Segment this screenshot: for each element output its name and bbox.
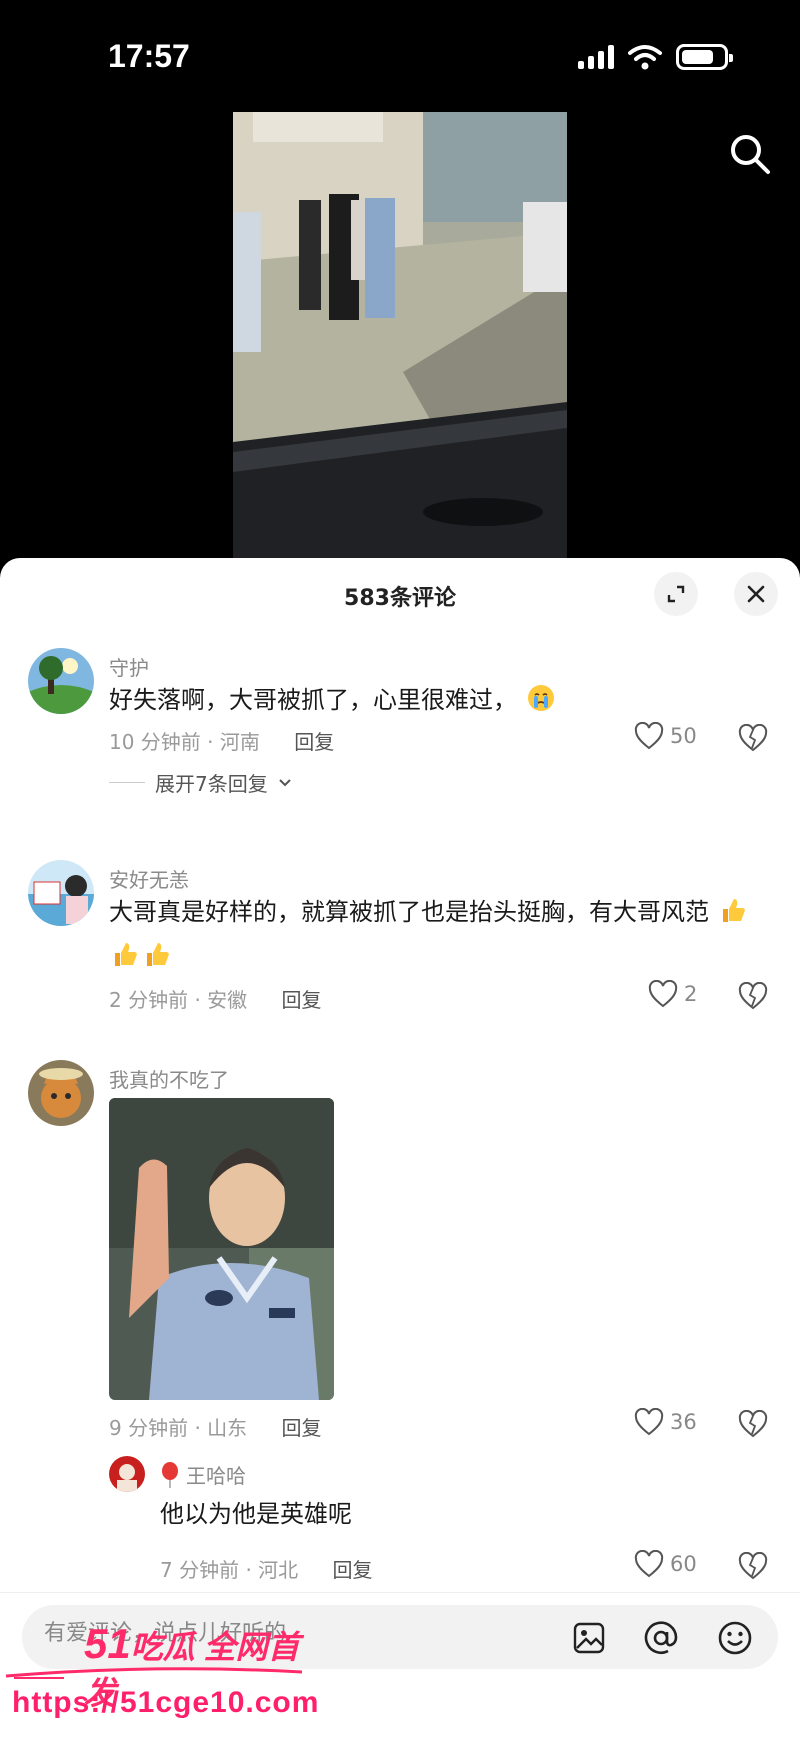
- balloon-icon: [162, 1461, 178, 1488]
- wifi-icon: [628, 45, 662, 70]
- mention-button[interactable]: [642, 1619, 680, 1657]
- watermark: 51吃瓜 全网首发 https://51cge10.com: [0, 1616, 330, 1736]
- reply-button[interactable]: 回复: [294, 730, 334, 754]
- comment-text: 大哥真是好样的，就算被抓了也是抬头挺胸，有大哥风范: [109, 890, 769, 978]
- image-button[interactable]: [570, 1619, 608, 1657]
- comment-text-content: 大哥真是好样的，就算被抓了也是抬头挺胸，有大哥风范: [109, 898, 709, 926]
- reply-text: 他以为他是英雄呢: [160, 1500, 352, 1528]
- comment-username[interactable]: 安好无恙: [109, 864, 189, 893]
- avatar[interactable]: [28, 1060, 94, 1126]
- dislike-button[interactable]: [738, 1551, 768, 1584]
- image-icon: [573, 1622, 605, 1654]
- smiley-icon: [718, 1621, 752, 1655]
- search-button[interactable]: [726, 130, 774, 178]
- reply-username: 王哈哈: [186, 1464, 246, 1488]
- close-icon: [747, 585, 765, 603]
- heart-icon: [634, 1408, 664, 1436]
- like-button[interactable]: 60: [634, 1550, 697, 1578]
- reply-button[interactable]: 回复: [282, 1416, 322, 1440]
- status-bar: 17:57: [0, 0, 800, 110]
- avatar[interactable]: [28, 648, 94, 714]
- heart-icon: [634, 722, 664, 750]
- comment-meta: 10 分钟前 · 河南 回复: [109, 726, 334, 755]
- divider: [109, 782, 145, 783]
- avatar[interactable]: [28, 860, 94, 926]
- battery-icon: [676, 44, 733, 70]
- comment-username[interactable]: 我真的不吃了: [109, 1064, 229, 1093]
- like-count: 36: [670, 1410, 697, 1434]
- reply-button[interactable]: 回复: [282, 988, 322, 1012]
- broken-heart-icon: [738, 723, 768, 752]
- expand-replies-label: 展开7条回复: [155, 772, 268, 796]
- thumbs-up-icon: [722, 899, 745, 922]
- reply-button[interactable]: 回复: [333, 1558, 373, 1582]
- reply-meta: 7 分钟前 · 河北 回复: [160, 1554, 373, 1583]
- expand-panel-button[interactable]: [654, 572, 698, 616]
- like-button[interactable]: 50: [634, 722, 697, 750]
- chevron-down-icon: [279, 778, 291, 786]
- watermark-swoosh: [5, 1667, 303, 1679]
- dislike-button[interactable]: [738, 981, 768, 1014]
- watermark-url: https://51cge10.com: [12, 1686, 320, 1719]
- comment-time-location: 10 分钟前 · 河南: [109, 730, 260, 754]
- crying-emoji-icon: [527, 685, 554, 711]
- like-button[interactable]: 2: [648, 980, 697, 1008]
- at-icon: [644, 1621, 678, 1654]
- comment-meta: 9 分钟前 · 山东 回复: [109, 1412, 322, 1441]
- like-button[interactable]: 36: [634, 1408, 697, 1436]
- watermark-brand-number: 51: [84, 1620, 131, 1667]
- like-count: 60: [670, 1552, 697, 1576]
- expand-replies-button[interactable]: 展开7条回复: [109, 768, 292, 797]
- search-icon: [731, 135, 770, 174]
- comment-text: 好失落啊，大哥被抓了，心里很难过，: [109, 678, 769, 722]
- dislike-button[interactable]: [738, 1409, 768, 1442]
- video-frame-image: [233, 112, 567, 560]
- broken-heart-icon: [738, 981, 768, 1010]
- reply-avatar[interactable]: [109, 1456, 145, 1492]
- expand-icon: [667, 585, 685, 603]
- video-player[interactable]: [233, 112, 567, 560]
- photo-man-in-uniform-waving: [109, 1098, 334, 1400]
- comment-time-location: 2 分钟前 · 安徽: [109, 988, 248, 1012]
- reply-time-location: 7 分钟前 · 河北: [160, 1558, 299, 1582]
- comment-time-location: 9 分钟前 · 山东: [109, 1416, 248, 1440]
- comment-username[interactable]: 守护: [109, 652, 149, 681]
- broken-heart-icon: [738, 1409, 768, 1438]
- emoji-button[interactable]: [716, 1619, 754, 1657]
- status-time: 17:57: [108, 38, 190, 74]
- comment-image[interactable]: [109, 1098, 334, 1400]
- comments-panel: 583条评论 守护 好失落啊，大哥被抓了，心里很难过， 10 分钟前 · 河南 …: [0, 558, 800, 1739]
- broken-heart-icon: [738, 1551, 768, 1580]
- heart-icon: [648, 980, 678, 1008]
- heart-icon: [634, 1550, 664, 1578]
- like-count: 2: [684, 982, 698, 1006]
- reply-username-row[interactable]: 王哈哈: [160, 1460, 246, 1489]
- thumbs-up-icon: [147, 943, 169, 966]
- comment-meta: 2 分钟前 · 安徽 回复: [109, 984, 322, 1013]
- comment-text-content: 好失落啊，大哥被抓了，心里很难过，: [109, 686, 517, 714]
- dislike-button[interactable]: [738, 723, 768, 756]
- status-icons: [578, 44, 733, 70]
- thumbs-up-icon: [115, 943, 137, 966]
- like-count: 50: [670, 724, 697, 748]
- close-panel-button[interactable]: [734, 572, 778, 616]
- cellular-signal-icon: [578, 45, 614, 69]
